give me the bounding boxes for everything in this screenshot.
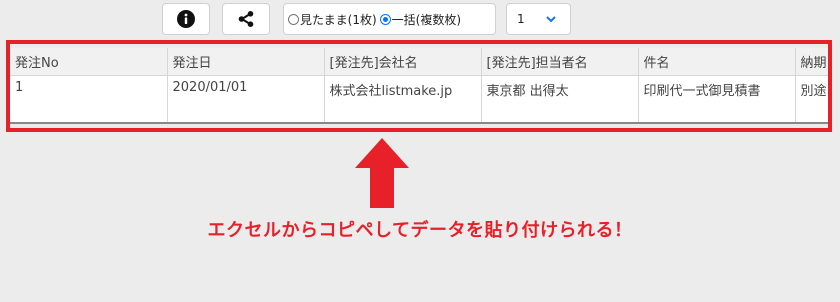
radio-as-seen[interactable] xyxy=(288,13,299,25)
arrow-up-icon xyxy=(355,138,409,208)
share-icon xyxy=(238,11,254,27)
annotation-caption: エクセルからコピペしてデータを貼り付けられる！ xyxy=(207,220,633,241)
table-highlight-frame xyxy=(6,40,832,132)
info-icon xyxy=(177,10,195,28)
share-button[interactable] xyxy=(222,3,270,35)
radio-bulk-label: 一括(複数枚) xyxy=(391,12,462,27)
chevron-down-icon xyxy=(546,16,556,23)
radio-option-as-seen[interactable]: 見たまま(1枚) xyxy=(288,11,377,28)
page-select[interactable]: 1 xyxy=(506,3,571,35)
radio-as-seen-label: 見たまま(1枚) xyxy=(300,12,377,27)
radio-option-bulk[interactable]: 一括(複数枚) xyxy=(379,11,462,28)
toolbar: 見たまま(1枚) 一括(複数枚) 1 xyxy=(0,0,840,40)
radio-bulk[interactable] xyxy=(379,13,391,25)
print-mode-radio-group: 見たまま(1枚) 一括(複数枚) xyxy=(283,3,496,35)
page-select-value: 1 xyxy=(517,12,525,26)
info-button[interactable] xyxy=(162,3,210,35)
